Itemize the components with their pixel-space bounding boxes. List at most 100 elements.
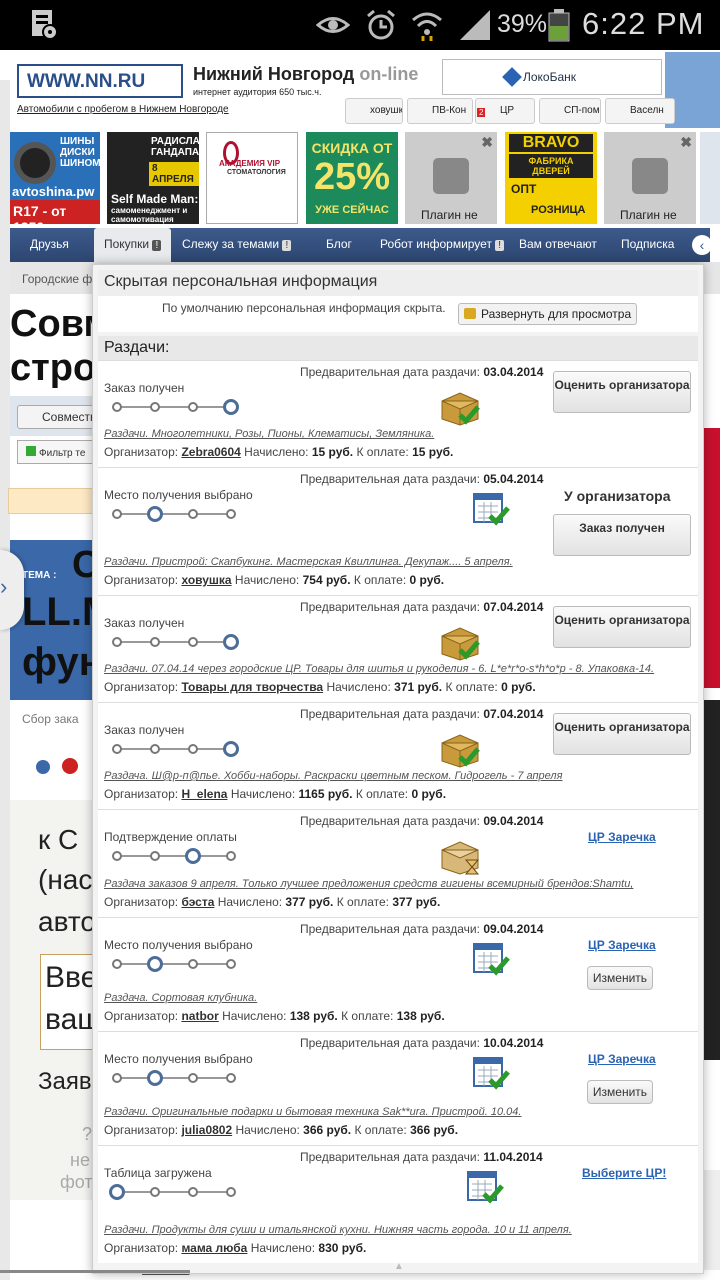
- expand-button[interactable]: Развернуть для просмотра: [458, 303, 638, 325]
- progress-step: [112, 959, 122, 969]
- item-date: Предварительная дата раздачи: 11.04.2014: [300, 1150, 543, 1164]
- nav-subscription[interactable]: Подписка: [621, 237, 674, 251]
- organizer-link[interactable]: Товары для творчества: [181, 680, 323, 694]
- distribution-item: Предварительная дата раздачи: 09.04.2014…: [98, 917, 698, 1031]
- pickup-point-link[interactable]: ЦР Заречка: [588, 1052, 656, 1066]
- mini-tab[interactable]: СП-пом: [539, 98, 601, 124]
- item-description-link[interactable]: Раздачи. Пристрой: Скапбукинг. Мастерска…: [104, 556, 694, 568]
- pickup-point-link[interactable]: ЦР Заречка: [588, 938, 656, 952]
- nav-robot[interactable]: Робот информирует !: [380, 237, 505, 251]
- box-hourglass-icon: [438, 836, 482, 876]
- bg-post: к С (нас авто Вве ваш Заяв ? не фото: [10, 800, 110, 1200]
- progress-step: [226, 1187, 236, 1197]
- item-description-link[interactable]: Раздача. Сортовая клубника.: [104, 992, 694, 1004]
- eye-icon: [316, 17, 350, 33]
- item-date: Предварительная дата раздачи: 09.04.2014: [300, 922, 544, 936]
- organizer-link[interactable]: бэста: [181, 895, 214, 909]
- progress-step: [226, 959, 236, 969]
- bg-notice: [8, 488, 98, 514]
- banner-discount[interactable]: СКИДКА ОТ 25% УЖЕ СЕЙЧАС: [306, 132, 398, 224]
- box-check-icon: [438, 729, 482, 769]
- purchases-popup: Скрытая персональная информация По умолч…: [92, 264, 704, 1274]
- distribution-item: Предварительная дата раздачи: 05.04.2014…: [98, 467, 698, 595]
- calendar-check-icon: [464, 1168, 508, 1208]
- progress-step: [150, 744, 160, 754]
- clock: 6:22 PM: [582, 6, 705, 41]
- nav-following[interactable]: Слежу за темами !: [182, 237, 292, 251]
- item-at-organizer: У организатора: [564, 488, 671, 504]
- item-date: Предварительная дата раздачи: 09.04.2014: [300, 814, 544, 828]
- progress-step: [188, 637, 198, 647]
- order-received-button[interactable]: Заказ получен: [553, 514, 691, 556]
- progress-step: [188, 1187, 198, 1197]
- nav-purchases[interactable]: Покупки !: [94, 228, 172, 262]
- progress-step: [150, 402, 160, 412]
- banner-gandapas[interactable]: РАДИСЛАВ ГАНДАПАС 8 АПРЕЛЯ Self Made Man…: [107, 132, 199, 224]
- progress-track: [108, 739, 239, 759]
- side-drawer-handle[interactable]: ›: [0, 550, 24, 630]
- close-icon[interactable]: ✖: [481, 134, 493, 151]
- change-button[interactable]: Изменить: [587, 1080, 653, 1104]
- site-city: Нижний Новгород on-line: [193, 64, 419, 84]
- organizer-link[interactable]: julia0802: [181, 1123, 232, 1137]
- progress-step: [112, 744, 122, 754]
- mini-tab[interactable]: ховушка: [345, 98, 403, 124]
- banner-avtoshina[interactable]: ШИНЫ ДИСКИ ШИНОМОНТАЖ avtoshina.pw R17 -…: [10, 132, 100, 224]
- close-icon[interactable]: ✖: [680, 134, 692, 151]
- item-status: Место получения выбрано: [104, 938, 253, 952]
- progress-step: [147, 506, 163, 522]
- item-description-link[interactable]: Раздачи. Оригинальные подарки и бытовая …: [104, 1106, 694, 1118]
- change-button[interactable]: Изменить: [587, 966, 653, 990]
- progress-track: [108, 1068, 238, 1088]
- rate-organizer-button[interactable]: Оценить организатора: [553, 371, 691, 413]
- item-description-link[interactable]: Раздачи. 07.04.14 через городские ЦР. То…: [104, 663, 694, 675]
- lokobank-banner[interactable]: ЛокоБанк: [442, 59, 662, 95]
- progress-step: [226, 1073, 236, 1083]
- rate-organizer-button[interactable]: Оценить организатора: [553, 713, 691, 755]
- organizer-link[interactable]: ховушка: [181, 573, 231, 587]
- progress-step: [147, 1070, 163, 1086]
- nav-friends[interactable]: Друзья: [30, 237, 69, 251]
- progress-step: [223, 634, 239, 650]
- organizer-link[interactable]: natbor: [181, 1009, 218, 1023]
- mini-tab[interactable]: Васелн: [605, 98, 675, 124]
- mini-tab[interactable]: ПВ-Кон: [407, 98, 473, 124]
- organizer-link[interactable]: Zebra0604: [181, 445, 240, 459]
- item-organizer: Организатор: natbor Начислено: 138 руб. …: [104, 1009, 445, 1023]
- main-nav: Друзья Покупки ! Слежу за темами ! Блог …: [10, 228, 712, 262]
- pickup-point-link[interactable]: Выберите ЦР!: [582, 1166, 666, 1180]
- mini-tab[interactable]: 2 ЦР: [475, 98, 535, 124]
- distribution-item: Предварительная дата раздачи: 09.04.2014…: [98, 809, 698, 917]
- progress-step: [188, 744, 198, 754]
- distribution-item: Предварительная дата раздачи: 07.04.2014…: [98, 595, 698, 702]
- banner-vip[interactable]: АКАДЕМИЯ VIP СТОМАТОЛОГИЯ: [206, 132, 298, 224]
- mini-tabs: ховушка ПВ-Кон 2ЦР СП-пом Васелн: [345, 98, 675, 124]
- site-logo[interactable]: WWW.NN.RU: [17, 64, 183, 98]
- progress-step: [112, 402, 122, 412]
- nav-scroll-left-icon[interactable]: ‹: [692, 235, 712, 255]
- rate-organizer-button[interactable]: Оценить организатора: [553, 606, 691, 648]
- progress-step: [112, 509, 122, 519]
- item-description-link[interactable]: Раздача. Ш@р-п@пье. Хобби-наборы. Раскра…: [104, 770, 694, 782]
- item-status: Место получения выбрано: [104, 1052, 253, 1066]
- nav-answers[interactable]: Вам отвечают: [519, 237, 597, 251]
- nav-blog[interactable]: Блог: [326, 237, 352, 251]
- progress-step: [226, 509, 236, 519]
- scroll-indicator: [0, 1270, 190, 1273]
- banner-bravo[interactable]: BRAVO ФАБРИКА ДВЕРЕЙ ОПТ РОЗНИЦА: [505, 132, 597, 224]
- item-description-link[interactable]: Раздачи. Многолетники, Розы, Пионы, Клем…: [104, 428, 694, 440]
- item-description-link[interactable]: Раздача заказов 9 апреля. Только лучшее …: [104, 878, 694, 890]
- auto-link[interactable]: Автомобили с пробегом в Нижнем Новгороде: [17, 104, 229, 115]
- progress-track: [108, 846, 238, 866]
- item-description-link[interactable]: Раздачи. Продукты для суши и итальянской…: [104, 1224, 694, 1236]
- pickup-point-link[interactable]: ЦР Заречка: [588, 830, 656, 844]
- organizer-link[interactable]: мама люба: [181, 1241, 247, 1255]
- progress-step: [150, 637, 160, 647]
- bg-sbor[interactable]: Сбор зака: [22, 712, 79, 726]
- settings-file-icon: [32, 10, 58, 40]
- item-date: Предварительная дата раздачи: 10.04.2014: [300, 1036, 544, 1050]
- organizer-link[interactable]: H_elena: [181, 787, 227, 801]
- progress-step: [226, 851, 236, 861]
- progress-step: [112, 1073, 122, 1083]
- section-title: Раздачи:: [98, 336, 698, 362]
